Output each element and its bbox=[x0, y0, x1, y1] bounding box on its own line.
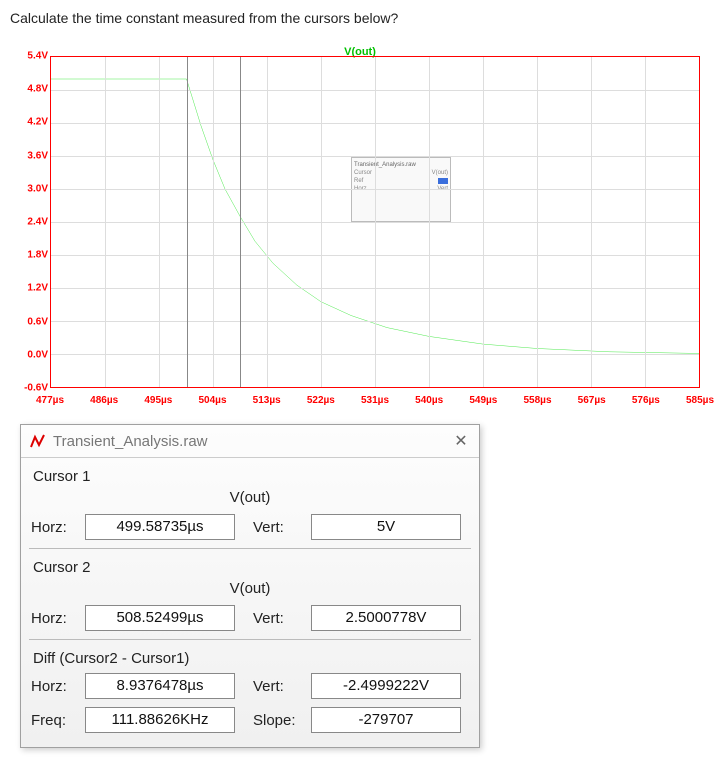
y-tick-label: 1.8V bbox=[27, 250, 48, 261]
y-tick-label: -0.6V bbox=[24, 383, 48, 394]
x-tick-label: 513µs bbox=[253, 395, 281, 406]
y-tick-label: 0.0V bbox=[27, 349, 48, 360]
x-tick-label: 585µs bbox=[686, 395, 714, 406]
cursor-line-1[interactable] bbox=[187, 57, 188, 387]
cursor1-horz-field[interactable]: 499.58735µs bbox=[85, 514, 235, 540]
cursor2-vert-field[interactable]: 2.5000778V bbox=[311, 605, 461, 631]
vert-label-3: Vert: bbox=[253, 678, 305, 695]
horz-label: Horz: bbox=[31, 519, 79, 536]
vert-label: Vert: bbox=[253, 519, 305, 536]
x-tick-label: 522µs bbox=[307, 395, 335, 406]
vert-label-2: Vert: bbox=[253, 610, 305, 627]
cursor-dialog: Transient_Analysis.raw ✕ Cursor 1 V(out)… bbox=[20, 424, 480, 748]
y-tick-label: 4.2V bbox=[27, 117, 48, 128]
y-tick-label: 0.6V bbox=[27, 316, 48, 327]
y-tick-label: 5.4V bbox=[27, 51, 48, 62]
cursor-line-2[interactable] bbox=[240, 57, 241, 387]
signal-label-1: V(out) bbox=[29, 487, 471, 510]
cursor2-horz-field[interactable]: 508.52499µs bbox=[85, 605, 235, 631]
dialog-title: Transient_Analysis.raw bbox=[53, 433, 208, 450]
diff-vert-field[interactable]: -2.4999222V bbox=[311, 673, 461, 699]
freq-label: Freq: bbox=[31, 712, 79, 729]
slope-label: Slope: bbox=[253, 712, 305, 729]
chart-container: V(out) Transient_Analysis.raw CursorV(ou… bbox=[10, 46, 710, 406]
plot-area[interactable]: Transient_Analysis.raw CursorV(out) Ref … bbox=[50, 56, 700, 388]
horz-label-3: Horz: bbox=[31, 678, 79, 695]
x-tick-label: 549µs bbox=[469, 395, 497, 406]
diff-label: Diff (Cursor2 - Cursor1) bbox=[29, 644, 471, 669]
freq-field[interactable]: 111.88626KHz bbox=[85, 707, 235, 733]
close-icon[interactable]: ✕ bbox=[451, 431, 471, 451]
x-tick-label: 567µs bbox=[578, 395, 606, 406]
app-icon bbox=[29, 432, 47, 450]
signal-label-2: V(out) bbox=[29, 578, 471, 601]
x-tick-label: 486µs bbox=[90, 395, 118, 406]
x-tick-label: 477µs bbox=[36, 395, 64, 406]
y-tick-label: 2.4V bbox=[27, 217, 48, 228]
diff-horz-field[interactable]: 8.9376478µs bbox=[85, 673, 235, 699]
y-tick-label: 1.2V bbox=[27, 283, 48, 294]
y-tick-label: 3.6V bbox=[27, 150, 48, 161]
y-tick-label: 3.0V bbox=[27, 183, 48, 194]
question-text: Calculate the time constant measured fro… bbox=[10, 10, 712, 26]
x-tick-label: 495µs bbox=[144, 395, 172, 406]
x-tick-label: 540µs bbox=[415, 395, 443, 406]
y-tick-label: 4.8V bbox=[27, 84, 48, 95]
dialog-titlebar[interactable]: Transient_Analysis.raw ✕ bbox=[21, 425, 479, 458]
slope-field[interactable]: -279707 bbox=[311, 707, 461, 733]
horz-label-2: Horz: bbox=[31, 610, 79, 627]
x-tick-label: 576µs bbox=[632, 395, 660, 406]
cursor1-label: Cursor 1 bbox=[29, 462, 471, 487]
cursor2-label: Cursor 2 bbox=[29, 553, 471, 578]
x-tick-label: 558µs bbox=[523, 395, 551, 406]
cursor1-vert-field[interactable]: 5V bbox=[311, 514, 461, 540]
x-tick-label: 504µs bbox=[198, 395, 226, 406]
x-tick-label: 531µs bbox=[361, 395, 389, 406]
